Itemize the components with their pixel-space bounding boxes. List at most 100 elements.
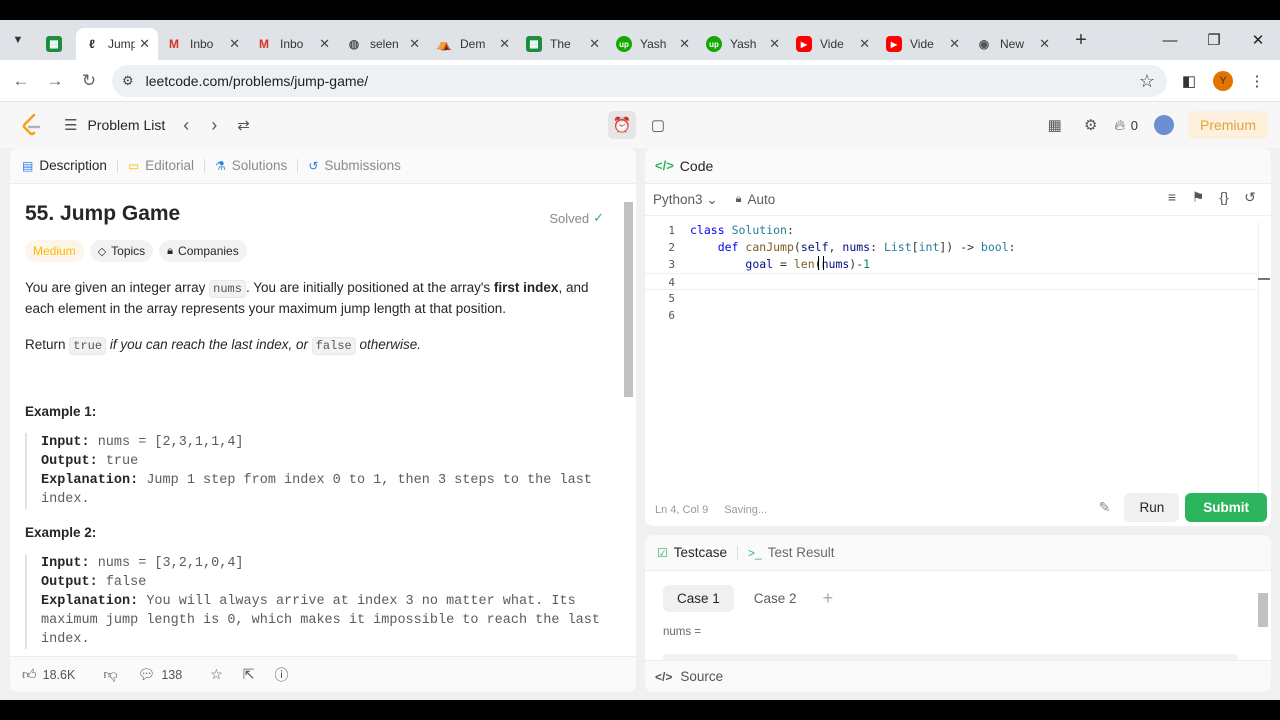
premium-button[interactable]: Premium: [1187, 111, 1268, 139]
new-tab-button[interactable]: +: [1066, 29, 1096, 52]
close-icon[interactable]: ✕: [859, 36, 870, 52]
omnibox[interactable]: ⚙ leetcode.com/problems/jump-game/ ☆: [112, 65, 1167, 97]
submit-button[interactable]: Submit: [1185, 493, 1267, 522]
language-select[interactable]: Python3 ⌄: [653, 192, 718, 208]
close-window-icon[interactable]: ✕: [1236, 20, 1280, 60]
tab-label: selen: [370, 37, 399, 51]
timer-icon[interactable]: ⏰: [608, 111, 636, 139]
close-icon[interactable]: ✕: [319, 36, 330, 52]
star-icon: ☆: [210, 666, 223, 682]
close-icon[interactable]: ✕: [1039, 36, 1050, 52]
tab-test-result[interactable]: >_ Test Result: [748, 545, 834, 560]
leetcode-logo-icon[interactable]: [22, 113, 42, 136]
format-icon[interactable]: ≡: [1159, 189, 1185, 206]
companies-badge[interactable]: 🔒︎ Companies: [159, 240, 247, 262]
tab-sheets-pinned[interactable]: ▦: [36, 28, 76, 60]
help-button[interactable]: ⓘ: [274, 665, 294, 685]
browser-tab-10[interactable]: ◉ New ✕: [968, 28, 1058, 60]
gear-icon[interactable]: ⚙: [1073, 116, 1109, 134]
auto-mode[interactable]: 🔒︎ Auto: [736, 192, 776, 207]
browser-tab-5[interactable]: ▦ The ✕: [518, 28, 608, 60]
close-icon[interactable]: ✕: [229, 36, 240, 52]
add-case-icon[interactable]: +: [823, 588, 834, 609]
browser-tab-0[interactable]: ℓ Jump ✕: [76, 28, 158, 60]
tab-solutions[interactable]: ⚗ Solutions: [215, 158, 287, 173]
case-1-tab[interactable]: Case 1: [663, 585, 734, 612]
code-line: 3 goal = len(nums)-1: [645, 256, 1257, 273]
line-number: 3: [668, 258, 675, 271]
kebab-menu-icon[interactable]: ⋮: [1240, 72, 1274, 90]
dislike-button[interactable]: 👎︎: [103, 666, 123, 683]
restore-icon[interactable]: ❐: [1192, 20, 1236, 60]
tab-search-button[interactable]: ▼: [0, 20, 36, 60]
reload-button[interactable]: ↻: [72, 64, 106, 98]
favorite-button[interactable]: ☆: [210, 666, 229, 683]
minimize-icon[interactable]: —: [1148, 20, 1192, 60]
side-panel-icon[interactable]: ◧: [1172, 72, 1206, 90]
back-button[interactable]: ←: [4, 64, 38, 98]
scroll-thumb[interactable]: [1258, 593, 1268, 627]
run-button[interactable]: Run: [1124, 493, 1180, 522]
close-icon[interactable]: ✕: [499, 36, 510, 52]
problem-list-button[interactable]: ☰ Problem List: [64, 116, 165, 134]
browser-tab-2[interactable]: M Inbo ✕: [248, 28, 338, 60]
code-editor[interactable]: 1 class Solution: 2 def canJump(self, num…: [645, 222, 1257, 492]
browser-tab-8[interactable]: ▶ Vide ✕: [788, 28, 878, 60]
leetcode-nav: ☰ Problem List ‹ › ⇄ ⏰ ▢ ▦ ⚙ 🔥︎ 0 Premiu…: [0, 102, 1280, 148]
text: You are given an integer array: [25, 280, 210, 295]
companies-label: Companies: [178, 244, 239, 258]
tab-editorial[interactable]: ▭ Editorial: [128, 158, 194, 173]
shuffle-icon[interactable]: ⇄: [237, 116, 250, 134]
tab-submissions[interactable]: ↺ Submissions: [308, 158, 401, 173]
notes-icon[interactable]: ▢: [644, 111, 672, 139]
fire-icon[interactable]: 🔥︎: [1109, 117, 1131, 134]
close-icon[interactable]: ✕: [139, 36, 150, 52]
problem-title[interactable]: 55. Jump Game: [25, 202, 607, 226]
testcase-scrollbar[interactable]: [1257, 575, 1268, 655]
example-1-box: Input: nums = [2,3,1,1,4] Output: true E…: [25, 433, 607, 509]
close-icon[interactable]: ✕: [679, 36, 690, 52]
forward-button[interactable]: →: [38, 64, 72, 98]
tab-testcase[interactable]: ☑ Testcase: [657, 545, 727, 560]
solved-label: Solved: [549, 210, 590, 226]
profile-avatar[interactable]: Y: [1213, 71, 1233, 91]
bookmark-star-icon[interactable]: ☆: [1139, 71, 1155, 92]
browser-tab-7[interactable]: up Yash ✕: [698, 28, 788, 60]
like-button[interactable]: 👍︎ 18.6K: [22, 666, 89, 683]
next-problem-icon[interactable]: ›: [211, 115, 217, 136]
user-avatar[interactable]: [1153, 115, 1174, 135]
close-icon[interactable]: ✕: [589, 36, 600, 52]
close-icon[interactable]: ✕: [409, 36, 420, 52]
close-icon[interactable]: ✕: [769, 36, 780, 52]
bookmark-icon[interactable]: ⚑: [1185, 189, 1211, 206]
editor-scrollbar[interactable]: [1258, 222, 1270, 492]
comments-button[interactable]: 💬︎ 138: [138, 666, 197, 683]
browser-tab-1[interactable]: M Inbo ✕: [158, 28, 248, 60]
scroll-thumb[interactable]: [624, 202, 633, 397]
layout-grid-icon[interactable]: ▦: [1037, 116, 1073, 134]
topics-badge[interactable]: ◇ Topics: [89, 240, 154, 262]
example-2-box: Input: nums = [3,2,1,0,4] Output: false …: [25, 554, 607, 649]
url-text[interactable]: leetcode.com/problems/jump-game/: [146, 73, 1139, 89]
source-bar[interactable]: </> Source: [645, 660, 1271, 692]
browser-tab-4[interactable]: ⛺ Dem ✕: [428, 28, 518, 60]
case-2-tab[interactable]: Case 2: [740, 585, 811, 612]
divider: [204, 158, 205, 173]
share-button[interactable]: ⇱: [243, 666, 261, 683]
browser-tab-9[interactable]: ▶ Vide ✕: [878, 28, 968, 60]
tab-description[interactable]: ▤ Description: [22, 158, 107, 173]
bottom-black-bar: [0, 700, 1280, 720]
braces-icon[interactable]: {}: [1211, 189, 1237, 206]
description-scrollbar[interactable]: [622, 194, 633, 654]
code-text: def canJump(self, nums: List[int]) -> bo…: [717, 240, 1016, 254]
scratchpad-icon[interactable]: ✎: [1099, 499, 1111, 516]
tab-label: Yash: [640, 37, 667, 51]
italic-text: if you can reach the last index, or: [106, 337, 312, 352]
site-info-icon[interactable]: ⚙: [122, 73, 134, 89]
prev-problem-icon[interactable]: ‹: [183, 115, 189, 136]
reset-icon[interactable]: ↺: [1237, 189, 1263, 206]
browser-tab-6[interactable]: up Yash ✕: [608, 28, 698, 60]
divider: [116, 158, 118, 173]
browser-tab-3[interactable]: ◍ selen ✕: [338, 28, 428, 60]
close-icon[interactable]: ✕: [949, 36, 960, 52]
